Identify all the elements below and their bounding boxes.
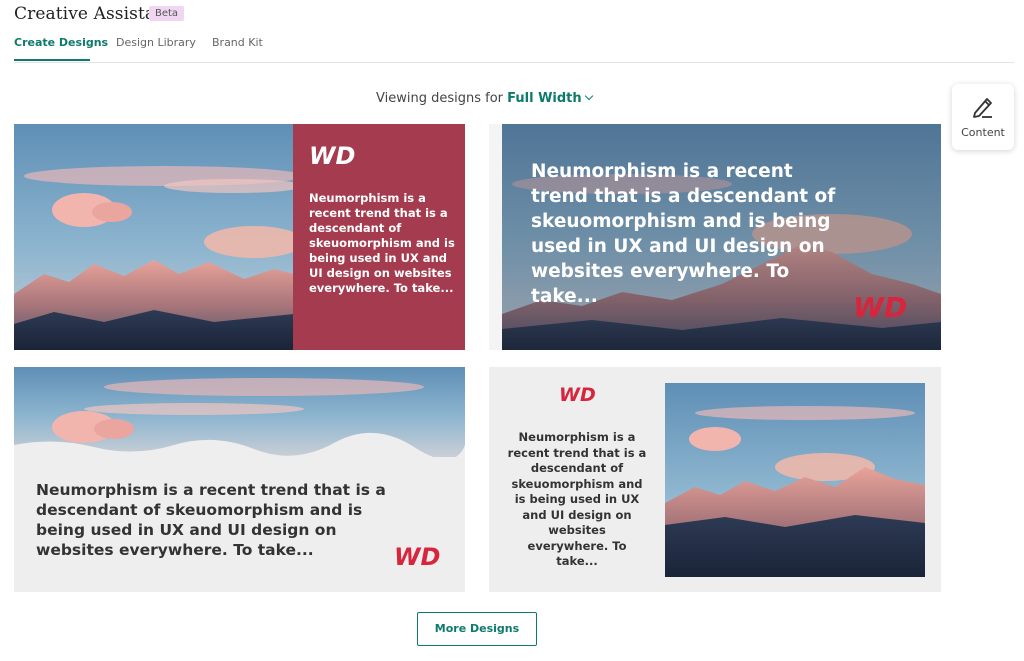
- format-dropdown[interactable]: Full Width: [507, 91, 593, 106]
- more-designs-button[interactable]: More Designs: [417, 612, 537, 646]
- design-card-2[interactable]: Neumorphism is a recent trend that is a …: [489, 124, 941, 350]
- content-label: Content: [961, 126, 1005, 139]
- tab-create-designs[interactable]: Create Designs: [14, 36, 108, 49]
- chevron-down-icon: [584, 91, 593, 101]
- tab-design-library[interactable]: Design Library: [116, 36, 196, 49]
- sky-photo: [14, 367, 465, 457]
- pen-edit-icon: [970, 94, 996, 120]
- svg-text:WD: WD: [853, 291, 907, 322]
- svg-text:WD: WD: [394, 543, 440, 569]
- viewing-prefix: Viewing designs for: [376, 91, 503, 106]
- active-tab-indicator: [14, 59, 90, 61]
- header-divider: [14, 62, 1014, 63]
- tab-brand-kit[interactable]: Brand Kit: [212, 36, 263, 49]
- beta-badge: Beta: [149, 6, 185, 21]
- wd-logo: WD: [394, 541, 444, 569]
- mountain-photo: [665, 383, 925, 577]
- wd-logo: WD: [853, 290, 913, 322]
- design-card-4[interactable]: WD Neumorphism is a recent trend that is…: [489, 367, 941, 592]
- mountain-photo: [14, 124, 294, 350]
- design-blurb: Neumorphism is a recent trend that is a …: [507, 430, 647, 568]
- design-blurb: Neumorphism is a recent trend that is a …: [36, 481, 386, 559]
- design-blurb: Neumorphism is a recent trend that is a …: [531, 161, 836, 307]
- header: Creative Assistant Beta Create Designs D…: [0, 0, 1024, 64]
- format-dropdown-value: Full Width: [507, 91, 582, 106]
- design-blurb: Neumorphism is a recent trend that is a …: [309, 191, 455, 295]
- brand-color-panel: WD Neumorphism is a recent trend that is…: [293, 124, 465, 350]
- wd-logo: WD: [559, 382, 599, 404]
- svg-text:WD: WD: [309, 142, 355, 168]
- design-card-1[interactable]: WD Neumorphism is a recent trend that is…: [14, 124, 465, 350]
- viewing-format-line: Viewing designs for Full Width: [376, 91, 593, 106]
- svg-text:WD: WD: [559, 384, 596, 404]
- wd-logo: WD: [309, 142, 361, 168]
- design-card-3[interactable]: Neumorphism is a recent trend that is a …: [14, 367, 465, 592]
- content-panel-button[interactable]: Content: [952, 84, 1014, 150]
